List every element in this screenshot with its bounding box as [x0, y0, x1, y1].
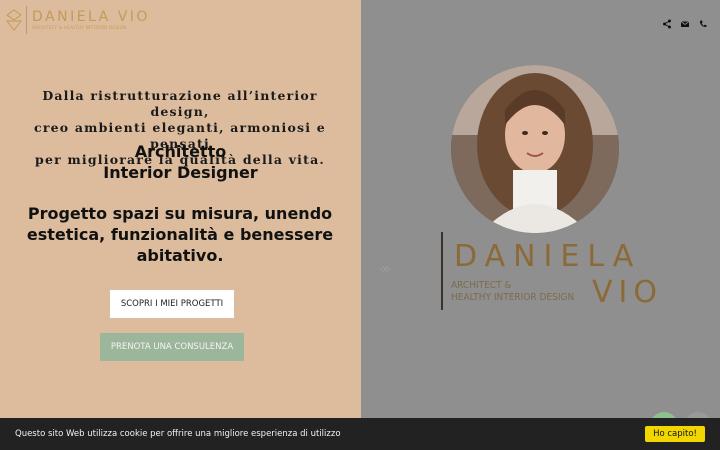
- brand-subtitle-line: HEALTHY INTERIOR DESIGN: [451, 292, 575, 303]
- discover-projects-button[interactable]: SCOPRI I MIEI PROGETTI: [110, 290, 234, 318]
- desc-line: abitativo.: [136, 246, 224, 265]
- cookie-banner: Questo sito Web utilizza cookie per offr…: [0, 418, 720, 450]
- brand-divider: [441, 232, 443, 310]
- logo-subtitle: ARCHITECT & HEALTHY INTERIOR DESIGN: [32, 26, 127, 31]
- brand-diamond-icon: [380, 266, 391, 278]
- brand-name-first: DANIELA: [454, 239, 642, 274]
- diamond-logo-icon: [6, 9, 22, 31]
- mail-icon[interactable]: [680, 14, 690, 27]
- logo-divider: [26, 6, 27, 34]
- logo-name: DANIELA VIO: [32, 9, 150, 25]
- hero-role: Architetto Interior Designer: [0, 141, 361, 183]
- header-logo[interactable]: DANIELA VIO ARCHITECT & HEALTHY INTERIOR…: [6, 6, 150, 34]
- book-consultation-button[interactable]: PRENOTA UNA CONSULENZA: [100, 333, 244, 361]
- brand-subtitle-line: ARCHITECT &: [451, 280, 512, 291]
- desc-line: Progetto spazi su misura, unendo: [27, 204, 333, 223]
- share-icon[interactable]: [662, 14, 672, 29]
- phone-icon[interactable]: [698, 14, 708, 27]
- desc-line: estetica, funzionalità e benessere: [26, 225, 334, 244]
- quote-line: Dalla ristrutturazione all’interior desi…: [42, 88, 318, 119]
- cookie-message: Questo sito Web utilizza cookie per offr…: [15, 429, 341, 439]
- brand-name-last: VIO: [592, 275, 663, 310]
- role-line: Architetto: [134, 142, 227, 161]
- header-contact-icons: [662, 14, 708, 29]
- portrait-image: [451, 65, 619, 233]
- hero-description: Progetto spazi su misura, unendo estetic…: [20, 203, 340, 266]
- role-line: Interior Designer: [103, 163, 258, 182]
- cookie-accept-button[interactable]: Ho capito!: [645, 426, 705, 442]
- portrait-photo: [451, 65, 619, 233]
